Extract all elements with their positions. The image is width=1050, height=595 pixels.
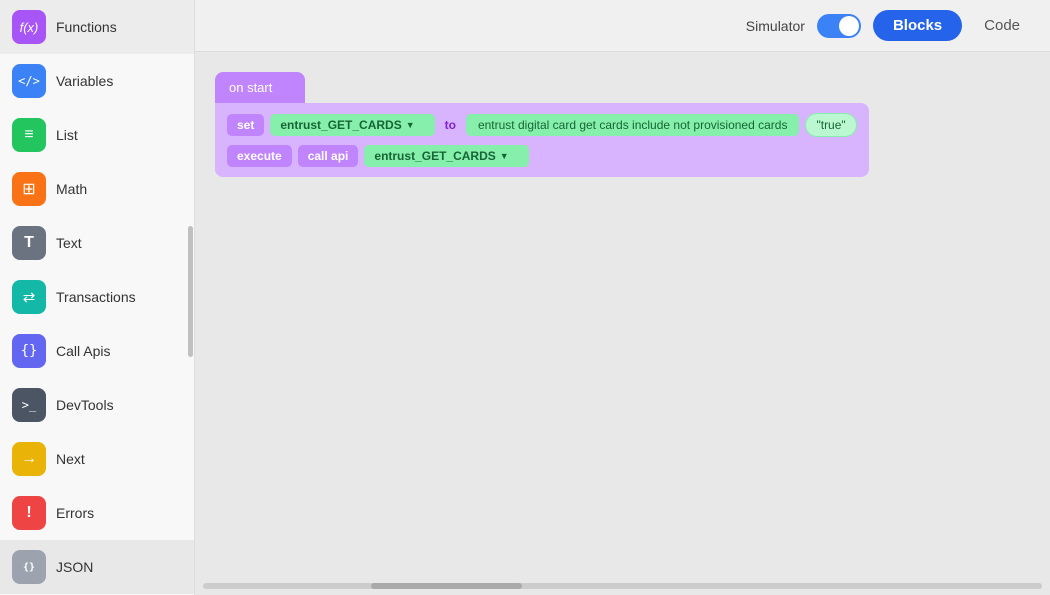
string-value: "true" — [805, 113, 856, 137]
main-area: Simulator Blocks Code on start set entru… — [195, 0, 1050, 595]
sidebar-item-errors[interactable]: ! Errors — [0, 486, 194, 540]
execute-row: execute call api entrust_GET_CARDS — [227, 145, 857, 167]
simulator-toggle[interactable] — [817, 14, 861, 38]
text-icon: T — [12, 226, 46, 260]
sidebar-item-text[interactable]: T Text — [0, 216, 194, 270]
simulator-label: Simulator — [746, 18, 805, 34]
code-button[interactable]: Code — [974, 10, 1030, 41]
set-row: set entrust_GET_CARDS to entrust digital… — [227, 113, 857, 137]
scrollbar-track — [203, 583, 1042, 589]
variables-icon: </> — [12, 64, 46, 98]
sidebar-item-next-label: Next — [56, 451, 85, 467]
sidebar-item-functions-label: Functions — [56, 19, 117, 35]
sidebar-item-call-apis[interactable]: {} Call Apis — [0, 324, 194, 378]
block-diagram: on start set entrust_GET_CARDS to entrus… — [215, 72, 869, 177]
scrollbar-thumb — [371, 583, 522, 589]
sidebar-scrollbar-thumb — [188, 226, 193, 357]
sidebar-item-math-label: Math — [56, 181, 87, 197]
call-keyword: call api — [298, 145, 359, 167]
sidebar-item-variables[interactable]: </> Variables — [0, 54, 194, 108]
sidebar-item-json-label: JSON — [56, 559, 93, 575]
set-keyword: set — [227, 114, 264, 136]
execute-keyword: execute — [227, 145, 292, 167]
functions-icon: f(x) — [12, 10, 46, 44]
canvas: on start set entrust_GET_CARDS to entrus… — [195, 52, 1050, 595]
to-keyword: to — [441, 114, 460, 136]
dropdown-entrust-get-cards-2[interactable]: entrust_GET_CARDS — [364, 145, 528, 167]
call-apis-icon: {} — [12, 334, 46, 368]
errors-icon: ! — [12, 496, 46, 530]
math-icon: ⊞ — [12, 172, 46, 206]
sidebar-item-list-label: List — [56, 127, 78, 143]
description-text: entrust digital card get cards include n… — [466, 114, 800, 136]
sidebar-item-math[interactable]: ⊞ Math — [0, 162, 194, 216]
sidebar-item-variables-label: Variables — [56, 73, 113, 89]
sidebar-item-text-label: Text — [56, 235, 82, 251]
sidebar-item-json[interactable]: {} JSON — [0, 540, 194, 594]
sidebar-item-devtools-label: DevTools — [56, 397, 114, 413]
sidebar-item-errors-label: Errors — [56, 505, 94, 521]
dropdown-entrust-get-cards-1[interactable]: entrust_GET_CARDS — [270, 114, 434, 136]
transactions-icon: ⇄ — [12, 280, 46, 314]
horizontal-scrollbar[interactable] — [195, 581, 1050, 591]
sidebar-item-transactions-label: Transactions — [56, 289, 136, 305]
json-icon: {} — [12, 550, 46, 584]
sidebar-item-call-apis-label: Call Apis — [56, 343, 110, 359]
blocks-button[interactable]: Blocks — [873, 10, 962, 41]
sidebar-item-next[interactable]: → Next — [0, 432, 194, 486]
list-icon: ≡ — [12, 118, 46, 152]
sidebar-scrollbar[interactable] — [187, 0, 193, 595]
sidebar-item-list[interactable]: ≡ List — [0, 108, 194, 162]
topbar: Simulator Blocks Code — [195, 0, 1050, 52]
block-body: set entrust_GET_CARDS to entrust digital… — [215, 103, 869, 177]
on-start-block[interactable]: on start — [215, 72, 305, 103]
sidebar: f(x) Functions </> Variables ≡ List ⊞ Ma… — [0, 0, 195, 595]
devtools-icon: >_ — [12, 388, 46, 422]
sidebar-item-devtools[interactable]: >_ DevTools — [0, 378, 194, 432]
sidebar-item-transactions[interactable]: ⇄ Transactions — [0, 270, 194, 324]
next-icon: → — [12, 442, 46, 476]
sidebar-item-functions[interactable]: f(x) Functions — [0, 0, 194, 54]
